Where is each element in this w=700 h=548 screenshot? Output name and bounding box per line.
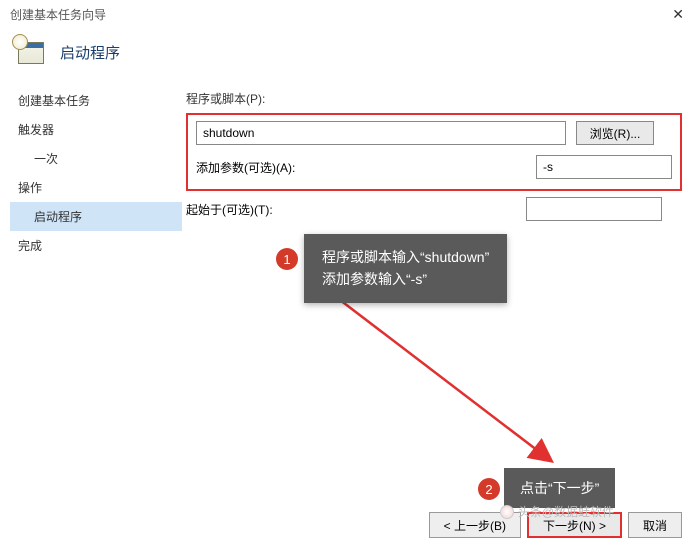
args-input[interactable] — [536, 155, 672, 179]
cancel-button[interactable]: 取消 — [628, 512, 682, 538]
page-title: 启动程序 — [60, 42, 120, 63]
annotation-callout-1: 程序或脚本输入“shutdown” 添加参数输入“-s” — [304, 234, 507, 303]
wizard-header: 启动程序 — [0, 28, 700, 86]
title-bar: 创建基本任务向导 ✕ — [0, 0, 700, 28]
watermark-logo-icon — [500, 505, 514, 519]
watermark: 头条@数据蛙软件 — [500, 503, 614, 520]
sidebar-item-action: 操作 — [10, 173, 182, 202]
browse-button[interactable]: 浏览(R)... — [576, 121, 654, 145]
wizard-steps-sidebar: 创建基本任务 触发器 一次 操作 启动程序 完成 — [0, 86, 182, 456]
args-label: 添加参数(可选)(A): — [196, 159, 526, 176]
sidebar-item-create-task: 创建基本任务 — [10, 86, 182, 115]
watermark-text: 头条@数据蛙软件 — [518, 503, 614, 520]
callout1-line1: 程序或脚本输入“shutdown” — [322, 246, 489, 268]
sidebar-item-start-program: 启动程序 — [10, 202, 182, 231]
window-title: 创建基本任务向导 — [10, 6, 666, 23]
start-program-icon — [14, 36, 46, 68]
sidebar-item-trigger: 触发器 — [10, 115, 182, 144]
close-icon[interactable]: ✕ — [666, 6, 690, 23]
annotation-callout-2: 点击“下一步” — [504, 468, 615, 508]
annotation-badge-1: 1 — [276, 248, 298, 270]
program-input[interactable] — [196, 121, 566, 145]
callout1-line2: 添加参数输入“-s” — [322, 268, 489, 290]
startin-label: 起始于(可选)(T): — [186, 201, 516, 218]
annotation-highlight-box: 浏览(R)... 添加参数(可选)(A): — [186, 113, 682, 191]
program-label: 程序或脚本(P): — [186, 90, 682, 107]
sidebar-item-once: 一次 — [10, 144, 182, 173]
annotation-badge-2: 2 — [478, 478, 500, 500]
sidebar-item-finish: 完成 — [10, 231, 182, 260]
startin-input[interactable] — [526, 197, 662, 221]
